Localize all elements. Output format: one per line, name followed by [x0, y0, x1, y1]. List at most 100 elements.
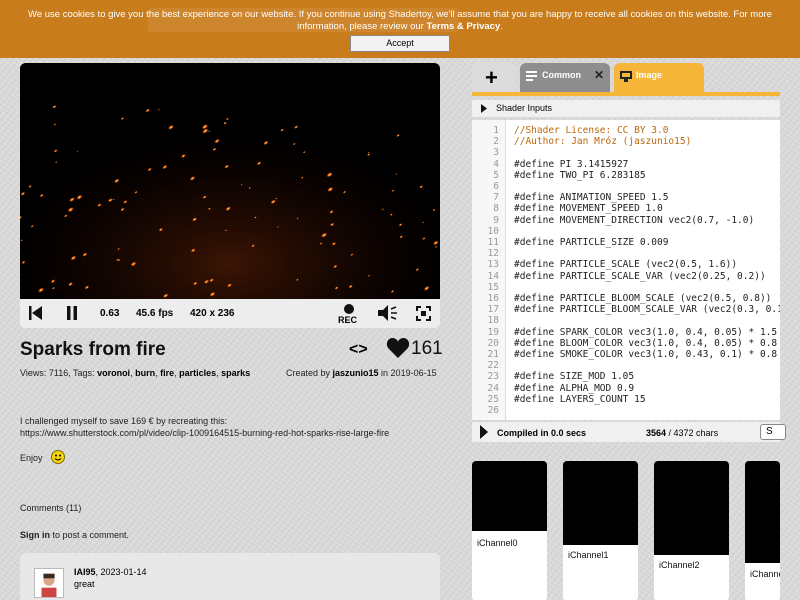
editor-status-bar: Compiled in 0.0 secs 3564 / 4372 chars S: [472, 422, 786, 442]
fullscreen-icon[interactable]: [416, 306, 431, 321]
description-link[interactable]: https://www.shutterstock.com/pl/video/cl…: [20, 427, 389, 439]
resolution-display: 420 x 236: [190, 308, 235, 319]
shader-description: I challenged myself to save 169 € by rec…: [20, 415, 389, 439]
code-line: #define PARTICLE_SIZE 0.009: [514, 237, 669, 248]
lines-icon: [526, 71, 537, 81]
ichannel0-slot[interactable]: iChannel0: [472, 461, 547, 600]
tab-common[interactable]: Common ✕: [520, 63, 610, 92]
tag-link[interactable]: voronoi: [97, 368, 130, 378]
code-line: #define PI 3.1415927: [514, 158, 629, 170]
line-number: 15: [487, 281, 499, 293]
expand-triangle-icon: [481, 104, 487, 113]
code-line: #define ALPHA_MOD 0.9: [514, 382, 635, 394]
plus-icon: +: [485, 65, 498, 90]
new-tab-button[interactable]: +: [472, 63, 516, 92]
fps-display: 45.6 fps: [136, 308, 174, 319]
code-icon[interactable]: <>: [349, 341, 368, 359]
comments-title: Comments (11): [20, 503, 82, 513]
code-line: #define PARTICLE_SCALE (vec2(0.5, 1.6)): [514, 259, 738, 271]
code-line: //Author: Jan Mróz (jaszunio15): [514, 136, 692, 148]
comment-author-link[interactable]: IAI95: [74, 567, 96, 577]
author-link[interactable]: jaszunio15: [333, 368, 379, 378]
description-line: I challenged myself to save 169 € by rec…: [20, 416, 228, 426]
line-number: 1: [493, 125, 499, 136]
compile-status: Compiled in 0.0 secs: [497, 428, 587, 438]
active-tab-underline: [472, 92, 780, 96]
comment-date: , 2023-01-14: [95, 567, 147, 577]
ichannel1-slot[interactable]: iChannel1: [563, 461, 638, 600]
channel-preview: [563, 461, 638, 545]
code-line: #define SMOKE_COLOR vec3(1.0, 0.43, 0.1)…: [514, 349, 778, 360]
ichannel2-slot[interactable]: iChannel2: [654, 461, 729, 600]
line-number: 26: [487, 405, 499, 416]
code-line: #define ANIMATION_SPEED 1.5: [514, 192, 669, 204]
player-controls: 0.63 45.6 fps 420 x 236 REC: [20, 299, 440, 328]
cookie-message: We use cookies to give you the best expe…: [5, 9, 795, 33]
shader-author: Created by jaszunio15 in 2019-06-15: [286, 368, 437, 378]
comment-meta: IAI95, 2023-01-14: [74, 567, 147, 577]
channel-label: iChannel1: [568, 550, 609, 560]
code-line: //Shader License: CC BY 3.0: [514, 125, 669, 136]
line-number: 8: [493, 203, 499, 215]
char-total: / 4372 chars: [666, 428, 719, 438]
rewind-icon[interactable]: [29, 306, 42, 320]
shader-inputs-toggle[interactable]: Shader Inputs: [472, 100, 780, 117]
signin-link[interactable]: Sign in: [20, 530, 50, 540]
comment-text: great: [74, 579, 95, 589]
line-number: 7: [493, 192, 499, 204]
pause-icon[interactable]: [66, 306, 78, 320]
line-number: 3: [493, 147, 499, 159]
line-number: 10: [487, 225, 499, 237]
volume-icon[interactable]: [378, 305, 398, 321]
tag-link[interactable]: sparks: [221, 368, 250, 378]
shader-stats: Views: 7116, Tags: voronoi, burn, fire, …: [20, 368, 251, 378]
channel-label: iChannel3: [750, 569, 780, 579]
code-line: #define SPARK_COLOR vec3(1.0, 0.4, 0.05)…: [514, 326, 778, 338]
tab-image[interactable]: Image: [614, 63, 704, 92]
smoke-glow: [20, 63, 440, 299]
channel-label: iChannel0: [477, 538, 518, 548]
created-by-label: Created by: [286, 368, 333, 378]
comment: IAI95, 2023-01-14 great: [20, 553, 440, 600]
cookie-text-end: .: [500, 21, 503, 32]
terms-link[interactable]: Terms & Privacy: [426, 21, 500, 32]
line-number: 19: [487, 326, 499, 338]
compile-play-icon[interactable]: [480, 425, 488, 439]
close-icon[interactable]: ✕: [594, 68, 604, 82]
signin-prompt: Sign in to post a comment.: [20, 530, 129, 540]
avatar[interactable]: [34, 568, 64, 598]
monitor-icon: [620, 71, 632, 82]
line-number: 11: [487, 237, 499, 248]
line-number: 16: [487, 293, 499, 304]
accept-cookies-button[interactable]: Accept: [350, 35, 450, 52]
heart-icon[interactable]: [386, 336, 410, 360]
line-number: 17: [487, 304, 499, 316]
record-dot-icon: [344, 304, 354, 314]
save-button[interactable]: S: [760, 424, 786, 440]
record-button[interactable]: REC: [338, 302, 360, 326]
tag-link[interactable]: fire: [160, 368, 174, 378]
ichannel3-slot[interactable]: iChannel3: [745, 461, 780, 600]
code-line: #define SIZE_MOD 1.05: [514, 371, 635, 383]
code-line: #define PARTICLE_SCALE_VAR (vec2(0.25, 0…: [514, 270, 766, 282]
channel-preview: [654, 461, 729, 555]
line-number: 22: [487, 360, 499, 372]
line-number: 21: [487, 349, 499, 360]
line-number: 9: [493, 214, 499, 226]
signin-text: to post a comment.: [50, 530, 130, 540]
line-number: 24: [487, 382, 499, 394]
created-date: in 2019-06-15: [378, 368, 437, 378]
tag-link[interactable]: particles: [179, 368, 216, 378]
tag-link[interactable]: burn: [135, 368, 155, 378]
channel-preview: [472, 461, 547, 531]
line-number: 5: [493, 169, 499, 181]
code-editor[interactable]: 1 2 3 4 5 6 7 8 9 10 11 12 13 14 15 16 17 18 19 20 21 22 23 24 2…: [472, 120, 780, 420]
enjoy-text: Enjoy: [20, 453, 43, 463]
code-line: #define TWO_PI 6.283185: [514, 169, 646, 181]
line-number: 14: [487, 270, 499, 282]
shader-canvas[interactable]: [20, 63, 440, 299]
channel-label: iChannel2: [659, 560, 700, 570]
tab-common-label: Common: [542, 70, 581, 80]
code-line: #define PARTICLE_BLOOM_SCALE (vec2(0.5, …: [514, 293, 772, 304]
shader-title: Sparks from fire: [20, 339, 166, 360]
